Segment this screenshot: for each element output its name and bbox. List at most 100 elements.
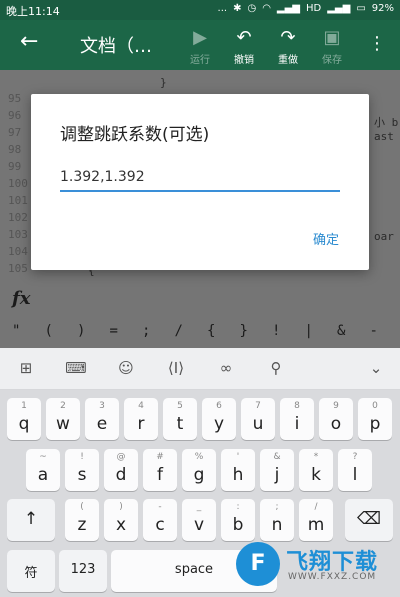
cursor-icon[interactable]: ⟨I⟩ <box>164 359 188 377</box>
key-t[interactable]: 5t <box>163 398 197 440</box>
key-hint: ( <box>80 502 84 512</box>
key-n[interactable]: ; n <box>260 499 294 541</box>
symbol-key[interactable]: 符 <box>7 550 55 592</box>
symbol-key[interactable]: ) <box>77 323 85 339</box>
shift-key[interactable]: ↑ <box>7 499 55 541</box>
app-toolbar: ← 文档（… ▶ 运行 ↶ 撤销 ↷ 重做 ▣ 保存 ⋮ <box>0 20 400 70</box>
function-bar: fx <box>0 280 400 316</box>
key-j[interactable]: & j <box>260 449 294 491</box>
key-b[interactable]: :b <box>221 499 255 541</box>
key-hint: : <box>236 502 240 512</box>
save-button[interactable]: ▣ 保存 <box>312 26 352 66</box>
status-icons: ... ✱ ◷ ◠ ▂▄▆ HD ▂▄▆ ▭ 92% <box>218 3 394 14</box>
emoji-icon[interactable]: ☺ <box>114 359 138 377</box>
key-k[interactable]: * k <box>299 449 333 491</box>
key-f[interactable]: # f <box>143 449 177 491</box>
key-label: z <box>77 515 87 535</box>
key-y[interactable]: 6y <box>202 398 236 440</box>
key-d[interactable]: @ d <box>104 449 138 491</box>
key-p[interactable]: 0p <box>358 398 392 440</box>
key-e[interactable]: 3e <box>85 398 119 440</box>
search-icon[interactable]: ⚲ <box>264 359 288 377</box>
key-r[interactable]: 4r <box>124 398 158 440</box>
key-w[interactable]: 2w <box>46 398 80 440</box>
symbol-key[interactable]: { <box>207 323 215 339</box>
key-hint: ; <box>275 502 279 512</box>
key-s[interactable]: ! s <box>65 449 99 491</box>
key-hint: % <box>194 452 204 462</box>
key-hint: 6 <box>216 401 222 411</box>
document-title: 文档（… <box>80 36 152 57</box>
symbol-key[interactable]: - <box>370 323 378 339</box>
key-u[interactable]: 7u <box>241 398 275 440</box>
undo-button[interactable]: ↶ 撤销 <box>224 26 264 66</box>
key-hint: ? <box>352 452 358 462</box>
key-a[interactable]: ~ a <box>26 449 60 491</box>
key-label: h <box>232 465 244 485</box>
key-o[interactable]: 9o <box>319 398 353 440</box>
key-i[interactable]: 8i <box>280 398 314 440</box>
key-label: e <box>96 414 108 434</box>
key-label: v <box>193 515 205 535</box>
chevron-down-icon[interactable]: ⌄ <box>364 359 388 377</box>
more-vert-icon[interactable]: ⋮ <box>368 33 386 54</box>
symbol-key[interactable]: ( <box>45 323 53 339</box>
key-c[interactable]: -c <box>143 499 177 541</box>
link-icon[interactable]: ∞ <box>214 359 238 377</box>
redo-button[interactable]: ↷ 重做 <box>268 26 308 66</box>
key-hint: & <box>273 452 281 462</box>
key-hint: 3 <box>99 401 105 411</box>
key-hint: ~ <box>39 452 47 462</box>
symbol-key[interactable]: = <box>110 323 118 339</box>
line-number: 101 <box>8 194 28 207</box>
coefficient-input[interactable] <box>60 168 340 192</box>
line-number: 102 <box>8 211 28 224</box>
backspace-key[interactable]: ⌫ <box>345 499 393 541</box>
symbol-key[interactable]: ! <box>272 323 280 339</box>
run-button[interactable]: ▶ 运行 <box>180 26 220 66</box>
key-label: c <box>155 515 165 535</box>
key-hint: 8 <box>294 401 300 411</box>
bluetooth-icon: ✱ <box>233 3 242 14</box>
key-hint: ! <box>80 452 84 462</box>
symbol-key[interactable]: } <box>240 323 248 339</box>
key-h[interactable]: ' h <box>221 449 255 491</box>
key-z[interactable]: (z <box>65 499 99 541</box>
key-x[interactable]: ) x <box>104 499 138 541</box>
line-number: 103 <box>8 228 28 241</box>
key-label: j <box>274 465 280 485</box>
symbol-key[interactable]: & <box>337 323 345 339</box>
key-q[interactable]: 1q <box>7 398 41 440</box>
key-label: o <box>330 414 342 434</box>
key-hint: 2 <box>60 401 66 411</box>
watermark-url: WWW.FXXZ.COM <box>288 572 377 582</box>
grid-icon[interactable]: ⊞ <box>14 359 38 377</box>
symbol-key[interactable]: / <box>175 323 183 339</box>
key-hint: 4 <box>138 401 144 411</box>
back-arrow-icon[interactable]: ← <box>20 30 38 54</box>
code-fragment: } <box>160 76 167 89</box>
function-icon[interactable]: fx <box>12 288 30 309</box>
number-key[interactable]: 123 <box>59 550 107 592</box>
key-label: x <box>115 515 127 535</box>
line-number: 96 <box>8 109 22 122</box>
key-label: s <box>77 465 87 485</box>
play-icon: ▶ <box>193 27 207 48</box>
key-label: b <box>232 515 244 535</box>
key-m[interactable]: / m <box>299 499 333 541</box>
line-number: 100 <box>8 177 28 190</box>
key-g[interactable]: % g <box>182 449 216 491</box>
key-l[interactable]: ? l <box>338 449 372 491</box>
site-watermark: F 飞翔下载 WWW.FXXZ.COM <box>232 538 400 597</box>
key-v[interactable]: _ v <box>182 499 216 541</box>
symbol-key[interactable]: | <box>305 323 313 339</box>
key-label: m <box>307 515 325 535</box>
shift-arrow-icon: ↑ <box>23 509 39 529</box>
signal-dots-text: ... <box>217 3 228 14</box>
symbol-key[interactable]: ; <box>142 323 150 339</box>
key-label: k <box>311 465 321 485</box>
symbol-key[interactable]: " <box>12 323 20 339</box>
confirm-button[interactable]: 确定 <box>313 229 339 248</box>
keyboard-icon[interactable]: ⌨ <box>64 359 88 377</box>
key-label: d <box>115 465 127 485</box>
